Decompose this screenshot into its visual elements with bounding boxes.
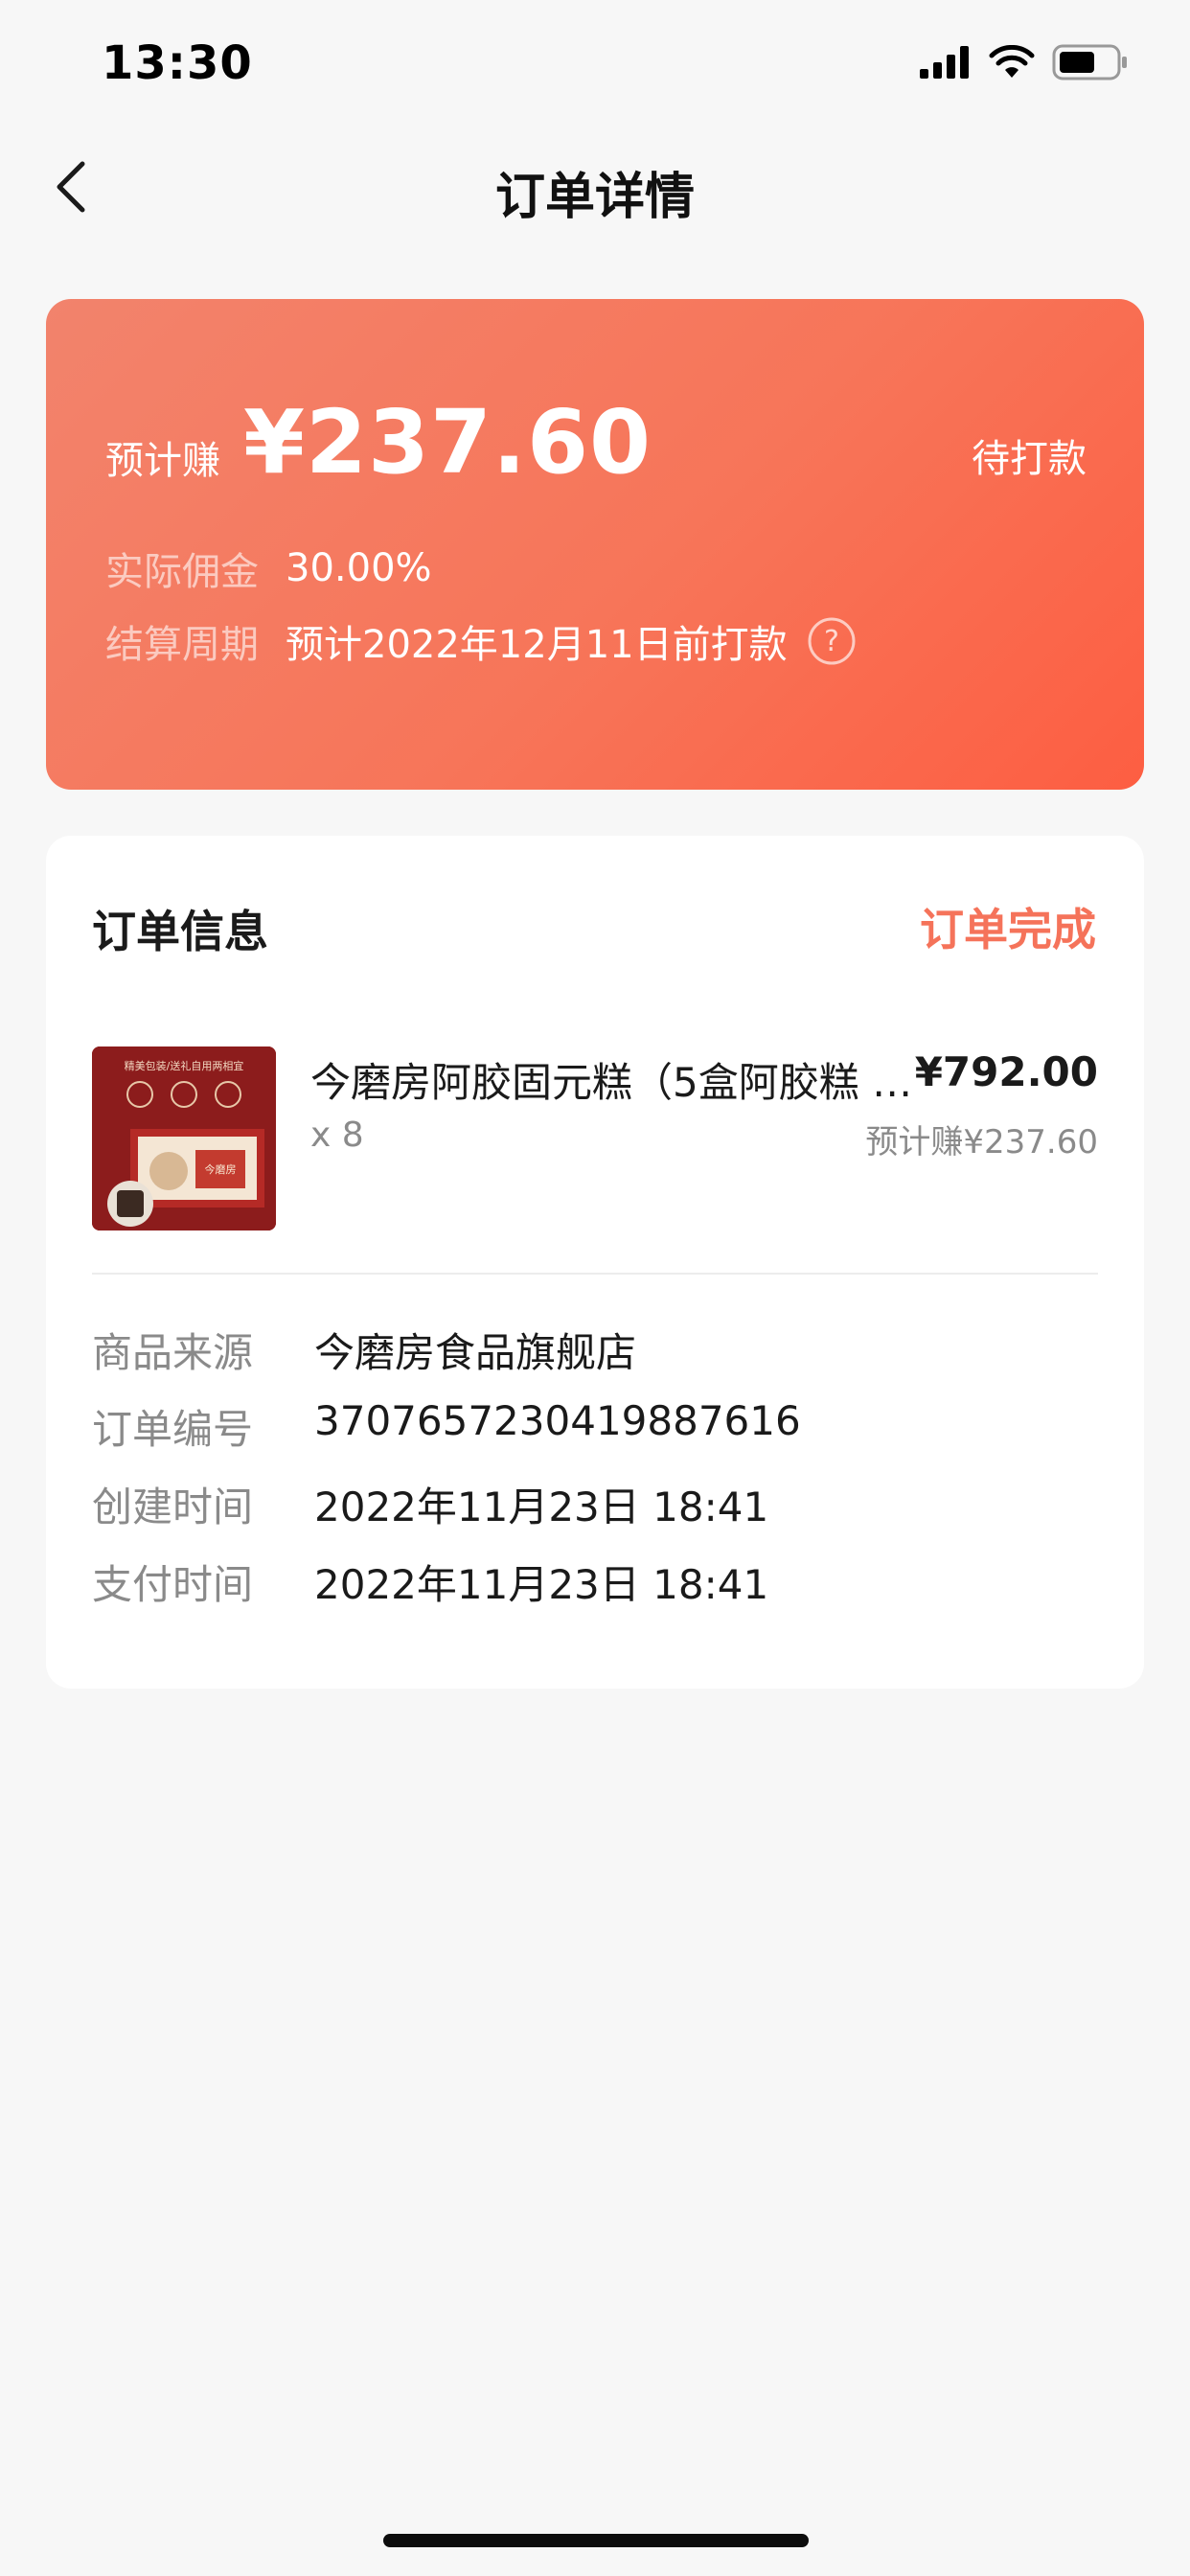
status-bar: 13:30 — [0, 0, 1190, 129]
commission-row: 实际佣金 30.00% — [105, 540, 432, 596]
product-quantity: x 8 — [310, 1116, 364, 1155]
order-info-card: 订单信息 订单完成 精美包装/送礼自用两相宜 今磨房 今磨房阿胶固元糕（5盒阿胶… — [46, 836, 1144, 1689]
commission-label: 实际佣金 — [105, 550, 259, 594]
thumb-brand-text: 今磨房 — [205, 1162, 237, 1176]
product-price: ¥792.00 — [914, 1048, 1098, 1095]
product-name[interactable]: 今磨房阿胶固元糕（5盒阿胶糕 +... — [310, 1050, 933, 1109]
settlement-value: 预计2022年12月11日前打款 — [286, 623, 788, 667]
product-estimated-earn: 预计赚¥237.60 — [865, 1123, 1098, 1162]
svg-text:?: ? — [824, 625, 839, 658]
cellular-signal-icon — [920, 46, 969, 79]
earnings-amount: ¥237.60 — [243, 391, 652, 494]
divider — [92, 1273, 1098, 1275]
detail-value: 2022年11月23日 18:41 — [314, 1484, 769, 1530]
order-detail-screen: 13:30 订单详情 预计赚 ¥237.60 待打款 实际佣金 30.00% 结… — [0, 0, 1190, 2576]
status-time: 13:30 — [102, 36, 253, 90]
question-circle-icon[interactable]: ? — [807, 616, 857, 666]
order-status: 订单完成 — [920, 904, 1096, 955]
page-title: 订单详情 — [494, 169, 695, 226]
detail-value[interactable]: 3707657230419887616 — [314, 1397, 801, 1456]
wifi-icon — [989, 45, 1035, 78]
detail-row-paid-time: 支付时间 2022年11月23日 18:41 — [92, 1552, 768, 1611]
detail-value: 2022年11月23日 18:41 — [314, 1561, 769, 1608]
detail-row-source: 商品来源 今磨房食品旗舰店 — [92, 1321, 636, 1379]
detail-label: 订单编号 — [92, 1406, 254, 1453]
thumb-banner-text: 精美包装/送礼自用两相宜 — [125, 1059, 244, 1072]
payout-status: 待打款 — [972, 437, 1087, 481]
detail-label: 支付时间 — [92, 1561, 254, 1608]
product-image: 精美包装/送礼自用两相宜 今磨房 — [92, 1046, 276, 1230]
product-thumbnail[interactable]: 精美包装/送礼自用两相宜 今磨房 — [92, 1046, 276, 1230]
detail-value[interactable]: 今磨房食品旗舰店 — [314, 1321, 636, 1379]
settlement-label: 结算周期 — [105, 623, 259, 667]
detail-label: 商品来源 — [92, 1329, 254, 1376]
detail-label: 创建时间 — [92, 1484, 254, 1530]
settlement-row: 结算周期 预计2022年12月11日前打款 ? — [105, 613, 857, 669]
home-indicator[interactable] — [383, 2534, 809, 2547]
earnings-label: 预计赚 — [105, 439, 220, 483]
battery-icon — [1052, 44, 1127, 80]
detail-row-created-time: 创建时间 2022年11月23日 18:41 — [92, 1475, 768, 1533]
commission-value: 30.00% — [286, 546, 432, 590]
nav-bar: 订单详情 — [0, 129, 1190, 244]
detail-row-order-number: 订单编号 3707657230419887616 — [92, 1397, 801, 1456]
earnings-card: 预计赚 ¥237.60 待打款 实际佣金 30.00% 结算周期 预计2022年… — [46, 299, 1144, 790]
status-icons — [920, 44, 1129, 80]
section-title: 订单信息 — [92, 906, 268, 957]
